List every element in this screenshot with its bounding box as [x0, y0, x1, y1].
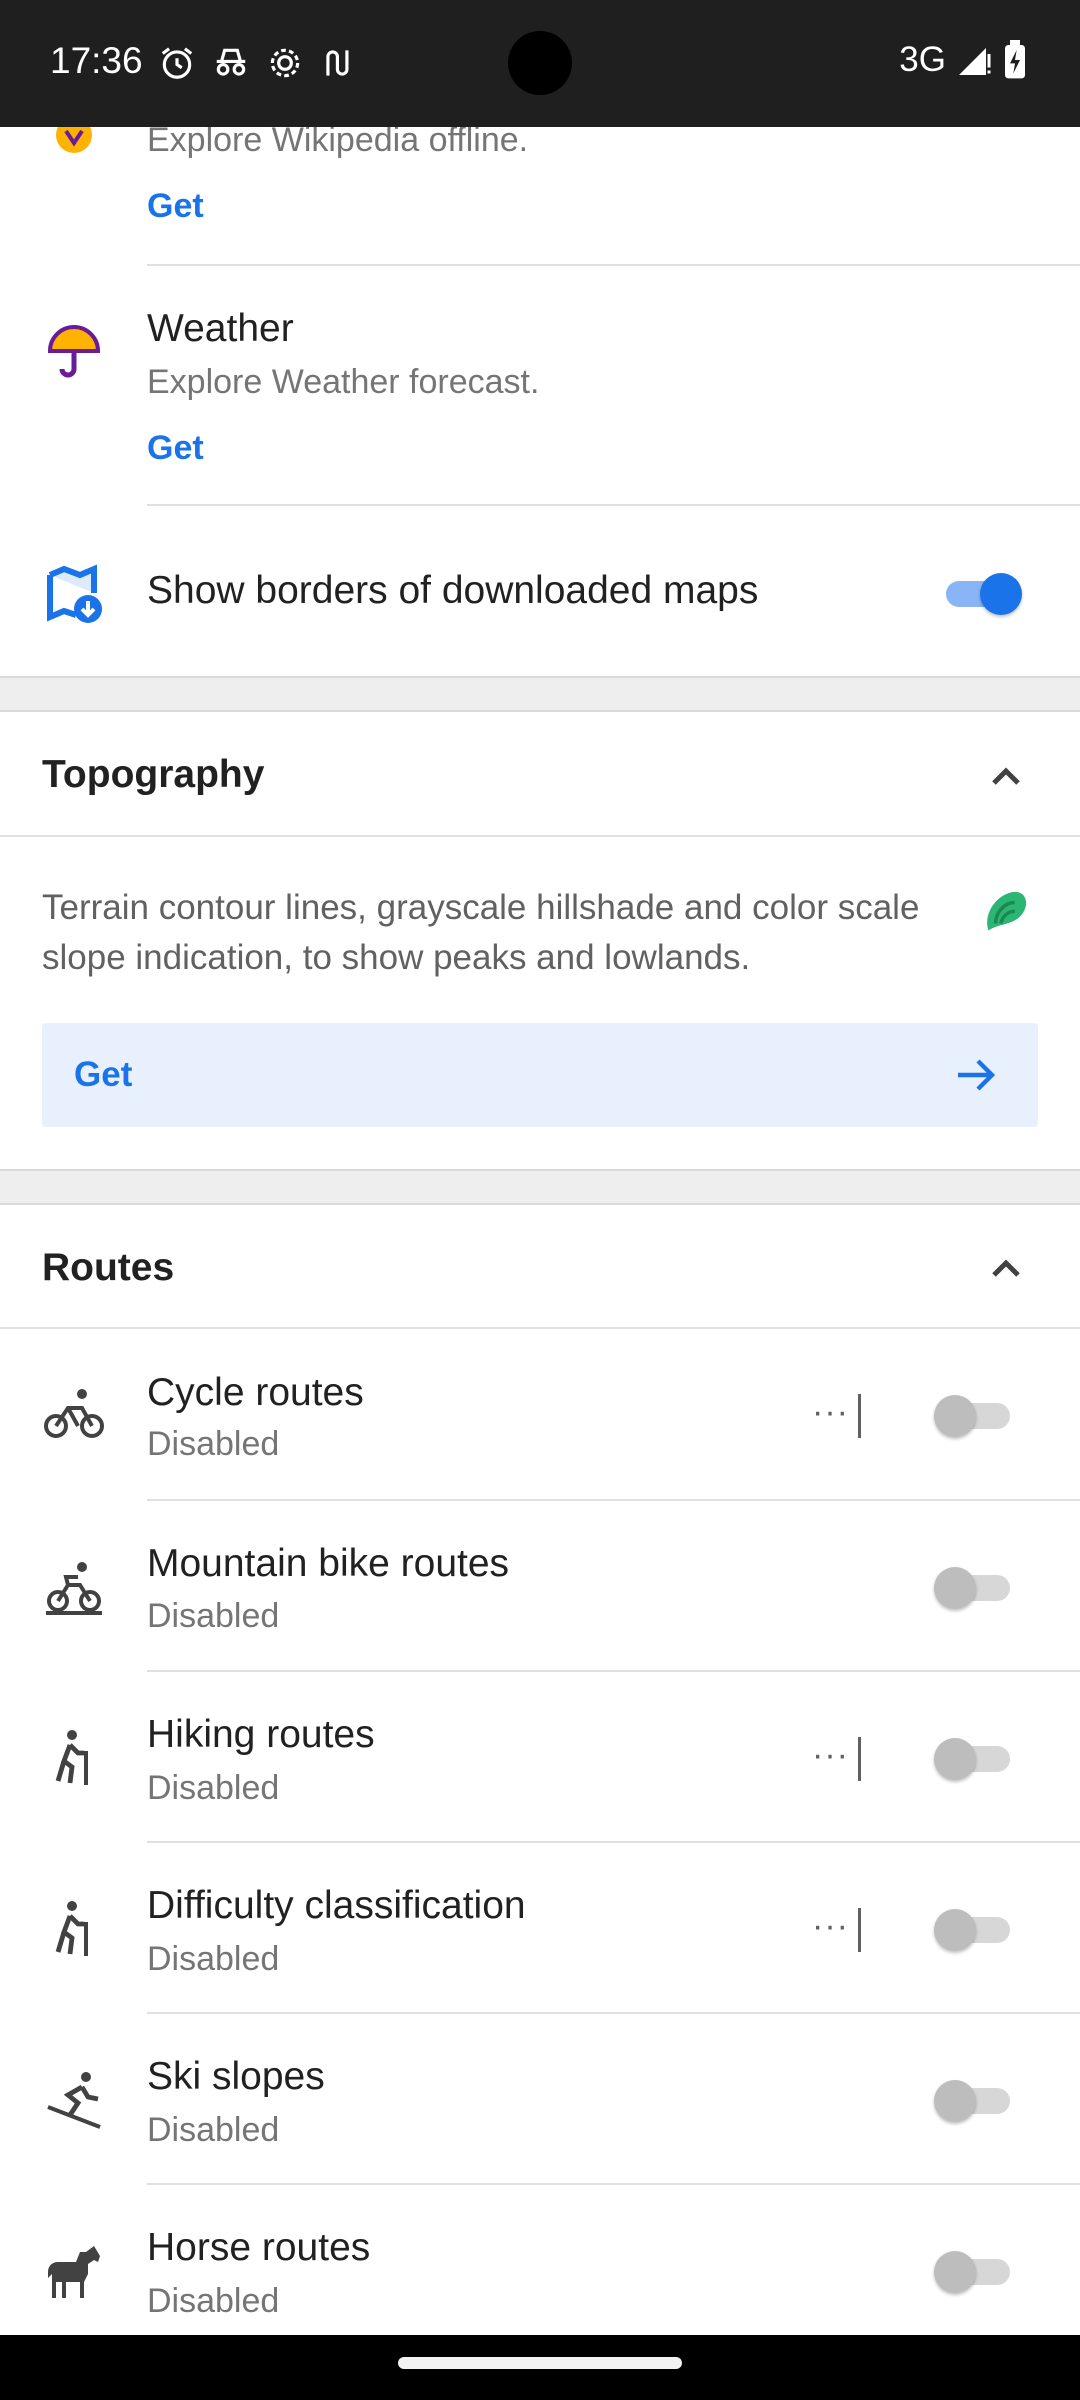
network-type: 3G [899, 40, 946, 79]
section-gap [0, 1169, 1080, 1205]
mountain-bike-routes-toggle[interactable] [934, 1567, 1014, 1609]
ski-slopes-status: Disabled [147, 2111, 280, 2149]
difficulty-classification-status: Disabled [147, 1940, 280, 1978]
topography-get-button[interactable]: Get [42, 1023, 1038, 1127]
status-right-icons: 3G [899, 40, 1028, 80]
separator [858, 1737, 861, 1781]
separator [858, 1394, 861, 1438]
topography-icon [987, 891, 1027, 931]
settings-gear-icon [270, 48, 300, 78]
divider [147, 2183, 1080, 2185]
divider [147, 2012, 1080, 2014]
wikipedia-description: Explore Wikipedia offline. [147, 127, 529, 159]
section-gap [0, 676, 1080, 712]
show-borders-label: Show borders of downloaded maps [147, 569, 759, 612]
ski-slopes-title: Ski slopes [147, 2055, 325, 2098]
difficulty-classification-title: Difficulty classification [147, 1884, 526, 1927]
horse-routes-toggle[interactable] [934, 2251, 1014, 2293]
layers-settings-content[interactable]: Explore Wikipedia offline. Get Weather E… [0, 127, 1080, 2335]
wikipedia-get-link[interactable]: Get [147, 187, 204, 226]
navigation-bar [0, 2335, 1080, 2400]
cycle-routes-title: Cycle routes [147, 1371, 364, 1414]
hiking-routes-title: Hiking routes [147, 1713, 375, 1756]
weather-umbrella-icon [47, 325, 101, 378]
horse-icon [48, 2246, 100, 2298]
more-options-icon[interactable]: ··· [812, 1907, 849, 1946]
topography-section-title: Topography [42, 753, 265, 796]
ski-icon [47, 2072, 101, 2129]
divider [0, 835, 1080, 837]
hiking-routes-toggle[interactable] [934, 1738, 1014, 1780]
mountain-bike-routes-status: Disabled [147, 1597, 280, 1635]
mountain-bike-routes-title: Mountain bike routes [147, 1542, 510, 1585]
more-options-icon[interactable]: ··· [812, 1736, 849, 1775]
cycle-routes-status: Disabled [147, 1425, 280, 1463]
weather-get-link[interactable]: Get [147, 429, 204, 468]
status-bar: 17:36 3G [0, 0, 1080, 127]
separator [858, 1908, 861, 1952]
horse-routes-status: Disabled [147, 2282, 280, 2320]
hiking-icon [55, 1730, 88, 1785]
cycle-routes-toggle[interactable] [934, 1395, 1014, 1437]
divider [147, 1841, 1080, 1843]
alarm-icon [161, 47, 193, 79]
divider [147, 264, 1080, 266]
horse-routes-title: Horse routes [147, 2226, 371, 2269]
show-borders-toggle[interactable] [942, 573, 1022, 615]
hiking-routes-status: Disabled [147, 1769, 280, 1807]
divider [147, 1499, 1080, 1501]
home-gesture-handle[interactable] [398, 2357, 682, 2369]
chevron-up-icon[interactable] [982, 1245, 1030, 1293]
signal-icon [959, 48, 991, 75]
camera-cutout [508, 31, 572, 95]
ski-slopes-toggle[interactable] [934, 2080, 1014, 2122]
map-download-icon [47, 564, 102, 623]
route-notification-icon [326, 50, 349, 76]
hiking-icon [55, 1901, 88, 1956]
topography-get-label: Get [74, 1055, 133, 1094]
status-notification-icons [158, 44, 358, 82]
divider [147, 1670, 1080, 1672]
bicycle-icon [44, 1389, 104, 1438]
mountain-bike-icon [46, 1562, 102, 1615]
weather-description: Explore Weather forecast. [147, 363, 540, 401]
divider [0, 1327, 1080, 1329]
chevron-up-icon[interactable] [982, 753, 1030, 801]
topography-description: Terrain contour lines, grayscale hillsha… [42, 888, 920, 977]
difficulty-classification-toggle[interactable] [934, 1909, 1014, 1951]
more-options-icon[interactable]: ··· [812, 1393, 849, 1432]
arrow-right-icon [958, 1059, 996, 1091]
battery-charging-icon [1005, 40, 1025, 79]
status-time: 17:36 [50, 40, 143, 81]
routes-section-title: Routes [42, 1246, 175, 1289]
divider [147, 504, 1080, 506]
incognito-icon [216, 48, 246, 76]
wikipedia-icon [56, 127, 92, 153]
weather-title: Weather [147, 307, 294, 350]
